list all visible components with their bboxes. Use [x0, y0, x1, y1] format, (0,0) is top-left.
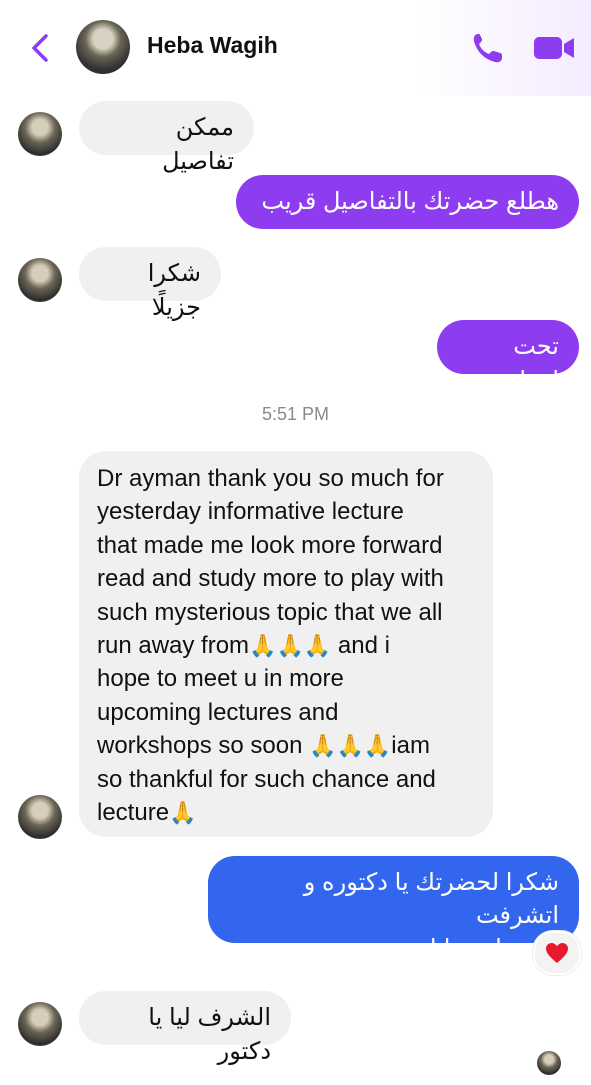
message-line: بوجودك معانا	[429, 935, 559, 962]
avatar[interactable]	[18, 1002, 62, 1046]
message-text: تحت امرك	[506, 333, 559, 394]
message-line: lecture🙏	[97, 796, 475, 829]
avatar[interactable]	[18, 258, 62, 302]
avatar[interactable]	[18, 795, 62, 839]
message-line: workshops so soon 🙏🙏🙏iam	[97, 729, 475, 762]
message-text: and i	[331, 632, 390, 660]
message-bubble-incoming[interactable]: الشرف ليا يا دكتور	[79, 991, 291, 1065]
timestamp: 5:51 PM	[261, 404, 330, 424]
message-bubble-incoming[interactable]: ممكن تفاصيل	[79, 101, 254, 175]
message-line: شكرا لحضرتك يا دكتوره و اتشرفت	[303, 869, 559, 929]
contact-name[interactable]: Heba Wagih	[147, 32, 278, 59]
avatar[interactable]	[76, 20, 130, 74]
message-text: شكرا جزيلًا	[147, 260, 201, 321]
chat-header: Heba Wagih	[0, 0, 591, 96]
message-text: ممكن تفاصيل	[162, 114, 234, 175]
folded-hands-emoji: 🙏	[169, 800, 197, 826]
message-line: read and study more to play with	[97, 565, 444, 593]
message-line: such mysterious topic that we all	[97, 598, 443, 626]
message-text: lecture	[97, 799, 170, 827]
avatar[interactable]	[18, 112, 62, 156]
folded-hands-emoji: 🙏🙏🙏	[309, 733, 392, 759]
message-text: iam	[391, 732, 430, 760]
message-bubble-incoming[interactable]: شكرا جزيلًا	[79, 247, 221, 321]
folded-hands-emoji: 🙏🙏🙏	[249, 633, 332, 659]
message-text: الشرف ليا يا دكتور	[148, 1004, 271, 1065]
message-line: hope to meet u in more	[97, 665, 344, 693]
heart-icon	[546, 943, 568, 963]
message-line: so thankful for such chance and	[97, 765, 436, 793]
message-bubble-outgoing[interactable]: تحت امرك	[437, 320, 579, 394]
message-line: upcoming lectures and	[97, 698, 339, 726]
message-text: run away from	[97, 632, 250, 660]
seen-avatar	[537, 1051, 561, 1075]
message-text: workshops so soon	[97, 732, 310, 760]
video-camera-icon[interactable]	[532, 33, 576, 63]
message-bubble-incoming[interactable]: Dr ayman thank you so much for yesterday…	[79, 451, 493, 837]
message-line: that made me look more forward	[97, 531, 443, 559]
message-line: run away from🙏🙏🙏 and i	[97, 629, 475, 662]
message-line: Dr ayman thank you so much for	[97, 465, 444, 492]
chevron-left-icon[interactable]	[22, 28, 58, 68]
message-bubble-outgoing[interactable]: شكرا لحضرتك يا دكتوره و اتشرفت بوجودك مع…	[208, 856, 579, 962]
message-line: yesterday informative lecture	[97, 498, 404, 526]
message-bubble-outgoing[interactable]: هطلع حضرتك بالتفاصيل قريب	[236, 175, 579, 229]
message-text: هطلع حضرتك بالتفاصيل قريب	[261, 188, 559, 215]
heart-reaction[interactable]	[533, 931, 581, 975]
phone-icon[interactable]	[469, 30, 507, 66]
